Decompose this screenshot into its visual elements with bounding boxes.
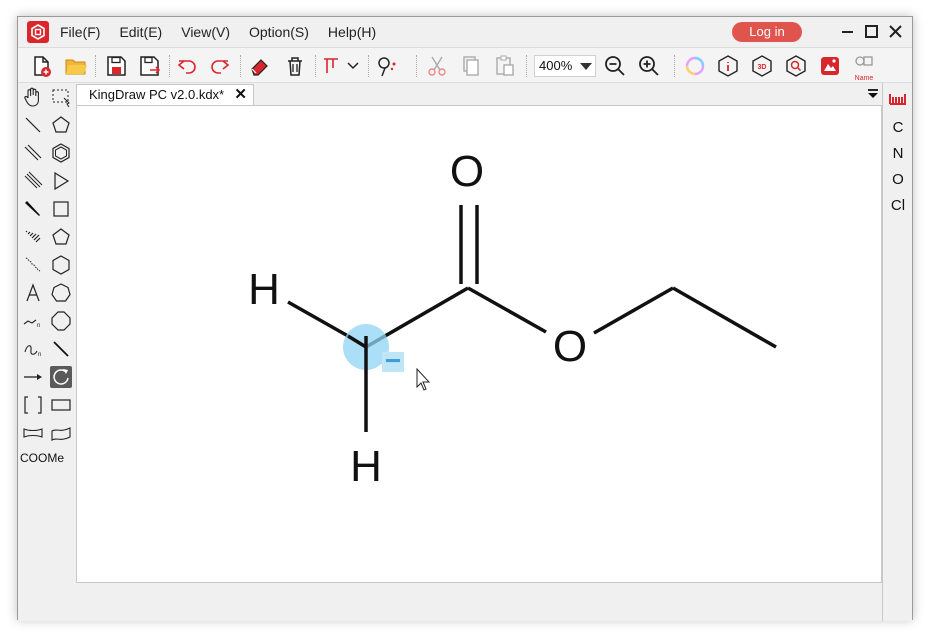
rotate-tool-icon <box>53 369 69 385</box>
menu-file[interactable]: File(F) <box>60 24 100 40</box>
menu-bar: File(F) Edit(E) View(V) Option(S) Help(H… <box>60 17 395 47</box>
close-window-icon[interactable] <box>886 22 906 42</box>
triple-bond-tool-icon[interactable] <box>22 170 44 192</box>
negative-charge-mark: − <box>385 345 401 376</box>
minimize-icon[interactable] <box>838 22 858 42</box>
lasso-select-tool-icon[interactable] <box>50 86 72 108</box>
bond <box>287 300 349 338</box>
image-recognize-icon[interactable] <box>818 54 842 78</box>
pentagon-tool-icon[interactable] <box>50 226 72 248</box>
new-file-icon[interactable] <box>29 54 53 78</box>
menu-view[interactable]: View(V) <box>181 24 230 40</box>
heptagon-tool-icon[interactable] <box>50 282 72 304</box>
atom-label-carbonyl-o: O <box>450 147 484 196</box>
zoom-in-icon[interactable] <box>637 54 661 78</box>
name-to-structure-button[interactable]: Name <box>852 52 876 82</box>
left-tool-palette: n n COOMe <box>18 84 75 524</box>
element-carbon[interactable]: C <box>883 119 913 136</box>
redo-icon[interactable] <box>208 54 232 78</box>
delete-icon[interactable] <box>283 54 307 78</box>
element-oxygen[interactable]: O <box>883 171 913 188</box>
mouse-cursor-icon <box>416 367 431 391</box>
paste-icon[interactable] <box>493 54 517 78</box>
name-label: Name <box>854 75 874 82</box>
login-button[interactable]: Log in <box>732 22 802 42</box>
status-area <box>18 583 882 621</box>
menu-option[interactable]: Option(S) <box>249 24 309 40</box>
bond <box>672 286 777 349</box>
tab-document[interactable]: KingDraw PC v2.0.kdx* ✕ <box>76 84 254 106</box>
clean-structure-icon[interactable] <box>375 54 399 78</box>
rectangle-tool-icon[interactable] <box>50 394 72 416</box>
rotate-tool[interactable] <box>50 366 72 388</box>
atom-label-h-lower: H <box>350 442 382 491</box>
align-dropdown-icon[interactable] <box>342 54 366 78</box>
info-icon[interactable] <box>716 54 740 78</box>
search-structure-icon[interactable] <box>784 54 808 78</box>
triangle-tool-icon[interactable] <box>50 170 72 192</box>
double-bond-tool-icon[interactable] <box>22 142 44 164</box>
wedge-bond-tool-icon[interactable] <box>22 198 44 220</box>
svg-text:n: n <box>38 352 41 358</box>
cyclopentane-tool-icon[interactable] <box>50 114 72 136</box>
drawing-canvas[interactable]: − O H O H <box>76 105 882 583</box>
copy-icon[interactable] <box>459 54 483 78</box>
cut-icon[interactable] <box>425 54 449 78</box>
zoom-value: 400% <box>539 58 573 73</box>
wavy-bond-tool-icon[interactable] <box>22 254 44 276</box>
menu-help[interactable]: Help(H) <box>328 24 376 40</box>
open-folder-icon[interactable] <box>64 54 88 78</box>
main-toolbar: 400% 3D Name <box>18 47 912 83</box>
svg-text:3D: 3D <box>758 64 767 71</box>
kingdraw-logo-icon <box>27 21 49 43</box>
atom-label-ester-o: O <box>553 322 587 371</box>
single-bond-tool-icon[interactable] <box>22 114 44 136</box>
arrow-tool-icon[interactable] <box>22 366 44 388</box>
color-ring-icon[interactable] <box>683 54 707 78</box>
element-chlorine[interactable]: Cl <box>883 197 913 214</box>
tab-list-menu-icon[interactable] <box>867 88 879 100</box>
bond <box>593 286 674 335</box>
octagon-tool-icon[interactable] <box>50 310 72 332</box>
title-bar: File(F) Edit(E) View(V) Option(S) Help(H… <box>18 17 912 47</box>
eraser-icon[interactable] <box>248 54 272 78</box>
element-panel: C N O Cl <box>882 83 912 621</box>
menu-edit[interactable]: Edit(E) <box>119 24 162 40</box>
curve-arrow-tool-icon[interactable]: n <box>22 338 44 360</box>
bracket-tool-icon[interactable] <box>22 394 44 416</box>
atom-label-h-upper: H <box>248 265 280 314</box>
flag-tool-icon[interactable] <box>50 422 72 444</box>
maximize-icon[interactable] <box>862 22 882 42</box>
ribbon-tool-icon[interactable] <box>22 422 44 444</box>
hash-wedge-tool-icon[interactable] <box>22 226 44 248</box>
benzene-tool-icon[interactable] <box>50 142 72 164</box>
line-tool-icon[interactable] <box>50 338 72 360</box>
template-coome-label[interactable]: COOMe <box>20 451 64 465</box>
periodic-table-icon[interactable] <box>889 91 907 105</box>
zoom-select[interactable]: 400% <box>534 55 596 77</box>
name-to-structure-icon <box>855 56 873 66</box>
text-tool-icon[interactable] <box>22 282 44 304</box>
bond <box>467 286 547 334</box>
close-tab-icon[interactable]: ✕ <box>234 85 247 105</box>
save-as-icon[interactable] <box>138 54 162 78</box>
save-icon[interactable] <box>104 54 128 78</box>
tab-label: KingDraw PC v2.0.kdx* <box>89 87 225 102</box>
document-tab-bar: KingDraw PC v2.0.kdx* ✕ <box>76 83 882 106</box>
undo-icon[interactable] <box>175 54 199 78</box>
svg-text:n: n <box>37 323 40 329</box>
chevron-down-icon <box>580 63 592 70</box>
zoom-out-icon[interactable] <box>603 54 627 78</box>
element-nitrogen[interactable]: N <box>883 145 913 162</box>
app-window: File(F) Edit(E) View(V) Option(S) Help(H… <box>17 16 913 621</box>
chain-tool-icon[interactable]: n <box>22 310 44 332</box>
hexagon-tool-icon[interactable] <box>50 254 72 276</box>
molecule-drawing: − O H O H <box>248 147 777 491</box>
hand-tool-icon[interactable] <box>22 86 44 108</box>
square-tool-icon[interactable] <box>50 198 72 220</box>
3d-view-icon[interactable]: 3D <box>750 54 774 78</box>
